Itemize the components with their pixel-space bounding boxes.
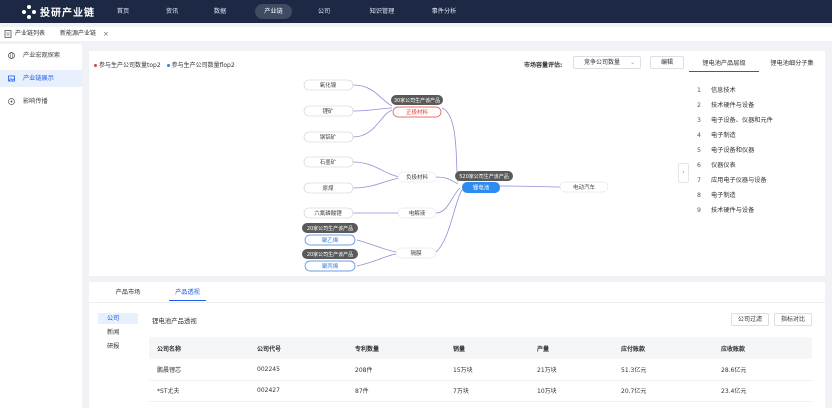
svg-text:锂电池: 锂电池: [473, 184, 490, 192]
graph-leaf-nodes: 氧化镍 锂矿 钢铝矿 石墨矿 原煤 六氟磷酸锂: [303, 79, 354, 219]
svg-text:负极材料: 负极材料: [406, 173, 429, 181]
node-label: 原煤: [322, 184, 334, 192]
column-header[interactable]: 应付账款: [613, 337, 713, 359]
table-header: 公司名称 公司代号 专利数量 销量 产量 应付账款 应收账款: [149, 337, 812, 359]
divider: [89, 302, 825, 303]
subnav-news[interactable]: 新闻: [98, 327, 138, 338]
svg-text:30家公司生产该产品: 30家公司生产该产品: [394, 97, 440, 104]
node-polypropylene-group[interactable]: 20家公司生产该产品 聚丙烯: [302, 249, 358, 272]
node-polyethylene-group[interactable]: 20家公司生产该产品 聚乙烯: [302, 223, 358, 246]
tab-product-market[interactable]: 产品市场: [110, 285, 146, 301]
node-electrolyte[interactable]: 电解液: [397, 207, 437, 219]
column-header[interactable]: 公司代号: [249, 337, 347, 359]
column-header[interactable]: 产量: [529, 337, 613, 359]
node-label: 石墨矿: [320, 158, 337, 166]
node-label: 氧化镍: [320, 81, 337, 89]
column-header[interactable]: 应收账款: [713, 337, 812, 359]
node-anode[interactable]: 负极材料: [397, 171, 437, 183]
node-label: 钢铝矿: [320, 133, 337, 141]
node-electric-vehicle[interactable]: 电动汽车: [559, 181, 609, 193]
table-row[interactable]: 鹏晨锂芯 002245 208件 15万块 21万块 51.3亿元 28.6亿元: [149, 359, 812, 381]
node-lithium-battery-group[interactable]: 520家公司生产该产品 锂电池: [455, 171, 513, 193]
metric-compare-button[interactable]: 指标对比: [774, 313, 812, 326]
company-filter-button[interactable]: 公司过滤: [731, 313, 769, 326]
svg-text:聚丙烯: 聚丙烯: [322, 262, 339, 270]
svg-text:正极材料: 正极材料: [406, 108, 429, 116]
node-cathode-group[interactable]: 30家公司生产该产品 正极材料: [391, 95, 443, 118]
column-header[interactable]: 专利数量: [347, 337, 445, 359]
svg-text:电解液: 电解液: [409, 209, 426, 217]
svg-text:20家公司生产该产品: 20家公司生产该产品: [307, 251, 353, 258]
company-table: 公司名称 公司代号 专利数量 销量 产量 应付账款 应收账款 鹏晨锂芯 0022…: [149, 337, 812, 402]
column-header[interactable]: 公司名称: [149, 337, 249, 359]
column-header[interactable]: 销量: [445, 337, 529, 359]
subnav-reports[interactable]: 研报: [98, 341, 138, 352]
tab-product-perspective[interactable]: 产品透视: [169, 285, 206, 301]
svg-text:隔膜: 隔膜: [410, 249, 422, 257]
node-label: 六氟磷酸锂: [314, 209, 342, 217]
svg-text:20家公司生产该产品: 20家公司生产该产品: [307, 225, 353, 232]
table-row[interactable]: *ST尤夫 002427 87件 7万块 10万块 20.7亿元 23.4亿元: [149, 380, 812, 402]
node-label: 锂矿: [322, 107, 334, 115]
svg-text:电动汽车: 电动汽车: [573, 183, 596, 191]
svg-text:520家公司生产该产品: 520家公司生产该产品: [459, 173, 509, 180]
subnav-company[interactable]: 公司: [98, 313, 138, 324]
section-title: 锂电池产品透视: [152, 317, 197, 325]
node-separator[interactable]: 隔膜: [395, 247, 437, 259]
svg-text:聚乙烯: 聚乙烯: [322, 236, 339, 244]
